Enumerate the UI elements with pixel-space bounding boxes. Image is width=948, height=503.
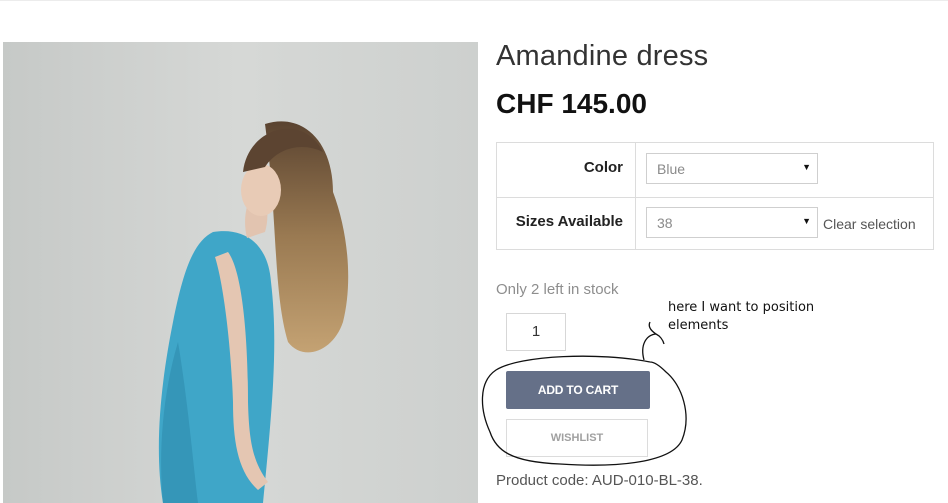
product-price: CHF 145.00 [496,88,647,119]
color-select[interactable]: Blue ▼ [646,153,818,184]
add-to-cart-button[interactable]: ADD TO CART [506,371,650,409]
chevron-down-icon: ▼ [802,162,811,172]
quantity-input[interactable]: 1 [506,313,566,351]
chevron-down-icon: ▼ [802,216,811,226]
annotation-note: here I want to position elements [668,300,815,333]
variations-table: Color Blue ▼ Sizes Available 38 ▼ Clear … [496,142,934,250]
product-title: Amandine dress [496,40,709,72]
wishlist-button[interactable]: WISHLIST [506,419,648,457]
size-selected-value: 38 [657,215,673,231]
variation-row-color: Color Blue ▼ [497,143,933,198]
variation-row-size: Sizes Available 38 ▼ Clear selection [497,197,933,251]
color-selected-value: Blue [657,161,686,177]
color-label: Color [583,159,623,176]
product-image[interactable] [3,42,478,503]
size-select[interactable]: 38 ▼ [646,207,818,238]
stock-status: Only 2 left in stock [496,281,619,298]
clear-selection-link[interactable]: Clear selection [823,216,916,232]
top-divider [0,0,948,1]
model-illustration [3,42,478,503]
product-code: Product code: AUD-010-BL-38. [496,472,703,489]
size-label: Sizes Available [515,213,623,230]
